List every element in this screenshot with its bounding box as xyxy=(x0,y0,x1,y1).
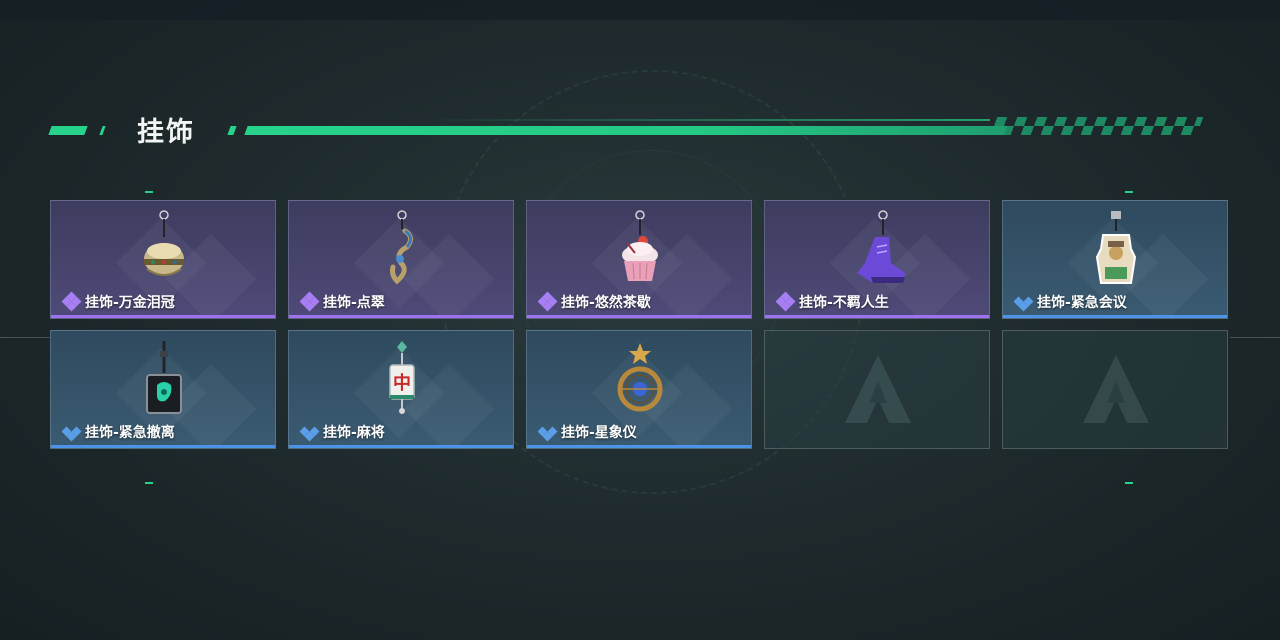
charm-name: 挂饰-麻将 xyxy=(323,425,385,441)
rarity-diamond-icon xyxy=(61,291,82,312)
rarity-strip xyxy=(289,445,513,448)
rarity-diamond-icon xyxy=(299,291,320,312)
charm-card[interactable]: 挂饰-万金泪冠 xyxy=(50,200,276,319)
phoenix-charm-icon xyxy=(390,210,413,285)
header-bar xyxy=(244,126,1008,135)
header-dash xyxy=(99,126,106,135)
rarity-strip xyxy=(527,445,751,448)
rarity-strip xyxy=(765,315,989,318)
rarity-diamond-icon xyxy=(61,423,82,442)
charm-name: 挂饰-紧急撤离 xyxy=(85,425,175,441)
side-guide-line xyxy=(0,337,50,338)
rarity-strip xyxy=(1003,315,1227,318)
rarity-diamond-icon xyxy=(1013,293,1034,312)
charm-card[interactable]: 挂饰-紧急会议 xyxy=(1002,200,1228,319)
header-dash xyxy=(227,126,237,135)
rarity-diamond-icon xyxy=(775,291,796,312)
square-pendant-charm-icon xyxy=(146,341,182,414)
acrylic-badge-charm-icon xyxy=(1095,211,1137,284)
corner-tick xyxy=(1125,482,1133,484)
rarity-diamond-icon xyxy=(537,423,558,442)
corner-tick xyxy=(145,482,153,484)
rarity-strip xyxy=(51,445,275,448)
charm-card[interactable]: 挂饰-紧急撤离 xyxy=(50,330,276,449)
game-logo-icon xyxy=(845,355,911,423)
sneaker-charm-icon xyxy=(857,210,905,283)
corner-tick xyxy=(145,191,153,193)
game-logo-icon xyxy=(1083,355,1149,423)
empty-charm-slot[interactable] xyxy=(1002,330,1228,449)
header-dash xyxy=(48,126,88,135)
rarity-strip xyxy=(289,315,513,318)
mahjong-tile-charm-icon: 中 xyxy=(389,341,415,414)
empty-charm-slot[interactable] xyxy=(764,330,990,449)
charm-card[interactable]: 挂饰-星象仪 xyxy=(526,330,752,449)
rarity-diamond-icon xyxy=(299,423,320,442)
charm-card[interactable]: 挂饰-点翠 xyxy=(288,200,514,319)
cupcake-charm-icon xyxy=(622,210,658,281)
corner-tick xyxy=(1125,191,1133,193)
side-guide-line xyxy=(1230,337,1280,338)
charm-card[interactable]: 挂饰-悠然茶歇 xyxy=(526,200,752,319)
top-bar-background xyxy=(0,0,1280,20)
charm-card[interactable]: 挂饰-不羁人生 xyxy=(764,200,990,319)
charm-name: 挂饰-不羁人生 xyxy=(799,295,889,311)
astrolabe-charm-icon xyxy=(617,343,663,412)
header-thin-line xyxy=(420,119,990,121)
charm-card[interactable]: 中 挂饰-麻将 xyxy=(288,330,514,449)
charm-name: 挂饰-星象仪 xyxy=(561,425,637,441)
charm-name: 挂饰-点翠 xyxy=(323,295,385,311)
crown-charm-icon xyxy=(144,210,184,276)
charm-grid: 挂饰-万金泪冠 挂饰-点翠 挂饰-悠然茶歇 挂饰-不羁人生 挂饰-紧急会议 挂饰… xyxy=(50,200,1230,450)
charm-name: 挂饰-紧急会议 xyxy=(1037,295,1127,311)
charm-name: 挂饰-万金泪冠 xyxy=(85,295,175,311)
rarity-strip xyxy=(51,315,275,318)
section-title: 挂饰 xyxy=(137,117,195,148)
rarity-diamond-icon xyxy=(537,291,558,312)
svg-text:中: 中 xyxy=(393,372,411,394)
charm-name: 挂饰-悠然茶歇 xyxy=(561,295,651,311)
rarity-strip xyxy=(527,315,751,318)
header-checker-pattern xyxy=(990,117,1204,135)
